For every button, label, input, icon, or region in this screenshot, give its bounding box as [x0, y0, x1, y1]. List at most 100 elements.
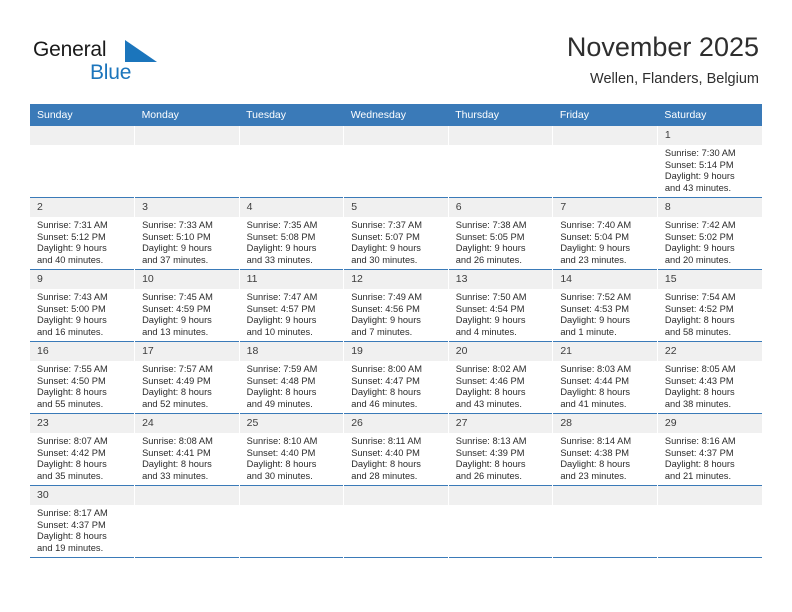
daylight-text: Daylight: 8 hours — [560, 459, 631, 470]
calendar-week-row: 23 Sunrise: 8:07 AM Sunset: 4:42 PM Dayligh… — [30, 413, 762, 486]
calendar-day-cell-30[interactable]: 30 Sunrise: 8:17 AM Sunset: 4:37 PM Dayligh… — [30, 485, 136, 558]
sunset-text: Sunset: 4:48 PM — [246, 375, 316, 386]
day-number: 21 — [553, 342, 657, 361]
daylight-text: and 41 minutes. — [560, 398, 627, 409]
sunrise-text: Sunrise: 7:49 AM — [351, 292, 422, 302]
calendar-day-cell-24[interactable]: 24 Sunrise: 8:08 AM Sunset: 4:41 PM Dayligh… — [134, 413, 240, 486]
calendar-day-cell-21[interactable]: 21 Sunrise: 8:03 AM Sunset: 4:44 PM Dayligh… — [552, 341, 658, 414]
daylight-text: and 28 minutes. — [351, 470, 418, 481]
calendar-day-cell-28[interactable]: 28 Sunrise: 8:14 AM Sunset: 4:38 PM Dayligh… — [552, 413, 658, 486]
sunset-text: Sunset: 5:02 PM — [664, 231, 734, 242]
calendar-day-cell-6[interactable]: 6 Sunrise: 7:38 AM Sunset: 5:05 PM Daylight… — [448, 197, 554, 270]
calendar-day-cell-12[interactable]: 12 Sunrise: 7:49 AM Sunset: 4:56 PM Dayligh… — [343, 269, 449, 342]
day-number: 27 — [448, 414, 553, 433]
day-cell-inner — [135, 486, 239, 557]
calendar-day-cell-3[interactable]: 3 Sunrise: 7:33 AM Sunset: 5:10 PM Daylight… — [134, 197, 240, 270]
day-number: 22 — [657, 342, 762, 361]
day-cell-inner: 17 Sunrise: 7:57 AM Sunset: 4:49 PM Dayligh… — [135, 342, 239, 413]
calendar-day-cell-8[interactable]: 8 Sunrise: 7:42 AM Sunset: 5:02 PM Daylight… — [657, 198, 762, 270]
daylight-text: Daylight: 9 hours — [664, 243, 735, 254]
calendar-day-cell-1[interactable]: 1 Sunrise: 7:30 AM Sunset: 5:14 PM Daylight… — [657, 126, 762, 198]
calendar-day-cell-17[interactable]: 17 Sunrise: 7:57 AM Sunset: 4:49 PM Dayligh… — [134, 341, 240, 414]
sunrise-text: Sunrise: 7:33 AM — [142, 220, 213, 230]
calendar-day-cell-13[interactable]: 13 Sunrise: 7:50 AM Sunset: 4:54 PM Dayligh… — [448, 269, 554, 342]
calendar-day-cell-empty — [343, 485, 449, 558]
calendar-day-cell-15[interactable]: 15 Sunrise: 7:54 AM Sunset: 4:52 PM Dayligh… — [657, 270, 762, 342]
sunset-text: Sunset: 4:40 PM — [246, 447, 316, 458]
calendar-day-cell-4[interactable]: 4 Sunrise: 7:35 AM Sunset: 5:08 PM Daylight… — [239, 197, 345, 270]
sunrise-text: Sunrise: 7:42 AM — [664, 220, 736, 230]
sunrise-text: Sunrise: 8:07 AM — [37, 436, 108, 446]
day-cell-inner: 28 Sunrise: 8:14 AM Sunset: 4:38 PM Dayligh… — [553, 414, 657, 485]
day-number: 25 — [239, 414, 344, 433]
calendar-day-cell-9[interactable]: 9 Sunrise: 7:43 AM Sunset: 5:00 PM Daylight… — [30, 269, 136, 342]
sunrise-text: Sunrise: 8:00 AM — [351, 364, 422, 374]
day-number — [30, 126, 135, 145]
sun-info: Sunrise: 7:38 AM Sunset: 5:05 PM Daylight:… — [449, 217, 553, 266]
daylight-text: Daylight: 8 hours — [142, 387, 212, 398]
calendar-day-cell-27[interactable]: 27 Sunrise: 8:13 AM Sunset: 4:39 PM Dayligh… — [448, 413, 554, 486]
sun-info: Sunrise: 8:05 AM Sunset: 4:43 PM Daylight:… — [658, 361, 762, 410]
calendar-day-cell-25[interactable]: 25 Sunrise: 8:10 AM Sunset: 4:40 PM Dayligh… — [239, 413, 345, 486]
day-number — [239, 486, 344, 505]
day-cell-inner: 22 Sunrise: 8:05 AM Sunset: 4:43 PM Dayligh… — [657, 342, 762, 413]
day-number — [657, 486, 762, 505]
sun-info: Sunrise: 8:10 AM Sunset: 4:40 PM Daylight:… — [240, 433, 344, 482]
daylight-text: and 19 minutes. — [37, 542, 104, 553]
day-cell-inner: 5 Sunrise: 7:37 AM Sunset: 5:07 PM Daylight… — [344, 198, 448, 269]
sun-info — [240, 505, 344, 508]
sunset-text: Sunset: 5:05 PM — [455, 231, 525, 242]
sunrise-text: Sunrise: 7:45 AM — [142, 292, 213, 302]
general-blue-logo[interactable]: General Blue — [33, 38, 163, 90]
calendar-day-cell-26[interactable]: 26 Sunrise: 8:11 AM Sunset: 4:40 PM Dayligh… — [343, 413, 449, 486]
sun-info — [658, 505, 762, 508]
sunrise-text: Sunrise: 7:31 AM — [37, 220, 108, 230]
sunrise-text: Sunrise: 7:59 AM — [246, 364, 318, 374]
sun-info — [344, 145, 448, 148]
day-cell-inner: 15 Sunrise: 7:54 AM Sunset: 4:52 PM Dayligh… — [657, 270, 762, 341]
calendar-day-cell-7[interactable]: 7 Sunrise: 7:40 AM Sunset: 5:04 PM Daylight… — [552, 197, 658, 270]
sun-info — [30, 145, 134, 148]
page-header: General Blue November 2025 Wellen, Fland… — [0, 0, 792, 100]
calendar-day-cell-5[interactable]: 5 Sunrise: 7:37 AM Sunset: 5:07 PM Daylight… — [343, 197, 449, 270]
calendar-day-cell-20[interactable]: 20 Sunrise: 8:02 AM Sunset: 4:46 PM Dayligh… — [448, 341, 554, 414]
daylight-text: Daylight: 8 hours — [351, 387, 421, 398]
daylight-text: and 21 minutes. — [664, 470, 732, 481]
calendar-day-cell-19[interactable]: 19 Sunrise: 8:00 AM Sunset: 4:47 PM Dayligh… — [343, 341, 449, 414]
sun-info — [135, 145, 239, 148]
page-title: November 2025 — [566, 32, 759, 62]
calendar-day-cell-2[interactable]: 2 Sunrise: 7:31 AM Sunset: 5:12 PM Daylight… — [30, 197, 136, 270]
day-number — [344, 126, 448, 145]
calendar-day-cell-10[interactable]: 10 Sunrise: 7:45 AM Sunset: 4:59 PM Dayligh… — [134, 269, 240, 342]
calendar-day-cell-empty — [552, 485, 658, 558]
calendar-day-cell-11[interactable]: 11 Sunrise: 7:47 AM Sunset: 4:57 PM Dayligh… — [239, 269, 345, 342]
day-number: 23 — [30, 414, 135, 433]
day-cell-inner: 21 Sunrise: 8:03 AM Sunset: 4:44 PM Dayligh… — [553, 342, 657, 413]
calendar-day-cell-29[interactable]: 29 Sunrise: 8:16 AM Sunset: 4:37 PM Dayligh… — [657, 414, 762, 486]
daylight-text: and 1 minute. — [560, 326, 617, 337]
sun-info: Sunrise: 7:47 AM Sunset: 4:57 PM Daylight:… — [240, 289, 344, 338]
daylight-text: and 30 minutes. — [246, 470, 313, 481]
calendar-page: General Blue November 2025 Wellen, Fland… — [0, 0, 792, 612]
daylight-text: and 43 minutes. — [455, 398, 522, 409]
sun-info: Sunrise: 8:02 AM Sunset: 4:46 PM Daylight:… — [449, 361, 553, 410]
day-number: 13 — [448, 270, 553, 289]
sunrise-text: Sunrise: 7:30 AM — [664, 148, 736, 158]
day-number: 24 — [135, 414, 239, 433]
daylight-text: Daylight: 9 hours — [142, 243, 212, 254]
calendar-day-cell-14[interactable]: 14 Sunrise: 7:52 AM Sunset: 4:53 PM Dayligh… — [552, 269, 658, 342]
daylight-text: Daylight: 9 hours — [142, 315, 212, 326]
calendar-day-cell-16[interactable]: 16 Sunrise: 7:55 AM Sunset: 4:50 PM Dayligh… — [30, 341, 136, 414]
calendar-header-row: Sunday Monday Tuesday Wednesday Thursday Frid… — [30, 104, 762, 126]
daylight-text: Daylight: 8 hours — [560, 387, 631, 398]
sunset-text: Sunset: 5:07 PM — [351, 231, 420, 242]
daylight-text: and 13 minutes. — [142, 326, 209, 337]
day-cell-inner: 20 Sunrise: 8:02 AM Sunset: 4:46 PM Dayligh… — [448, 342, 553, 413]
calendar-day-cell-18[interactable]: 18 Sunrise: 7:59 AM Sunset: 4:48 PM Dayligh… — [239, 341, 345, 414]
day-number — [135, 126, 239, 145]
day-cell-inner: 10 Sunrise: 7:45 AM Sunset: 4:59 PM Dayligh… — [135, 270, 239, 341]
calendar-day-cell-22[interactable]: 22 Sunrise: 8:05 AM Sunset: 4:43 PM Dayligh… — [657, 342, 762, 414]
calendar-day-cell-23[interactable]: 23 Sunrise: 8:07 AM Sunset: 4:42 PM Dayligh… — [30, 413, 136, 486]
day-cell-inner: 29 Sunrise: 8:16 AM Sunset: 4:37 PM Dayligh… — [657, 414, 762, 485]
calendar-day-cell-empty — [448, 485, 554, 558]
